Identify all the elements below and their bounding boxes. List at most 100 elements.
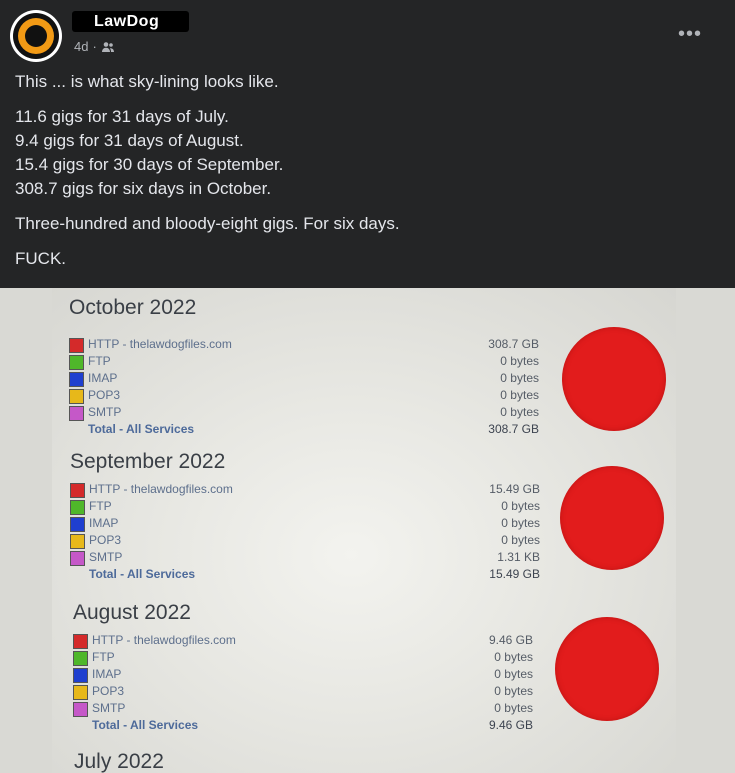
post-time[interactable]: 4d bbox=[74, 39, 88, 54]
month-title: September 2022 bbox=[70, 450, 226, 473]
service-row: SMTP 0 bytes bbox=[73, 700, 533, 717]
friends-icon[interactable] bbox=[101, 41, 115, 53]
month-title: October 2022 bbox=[69, 296, 197, 319]
total-value: 308.7 GB bbox=[488, 422, 539, 436]
service-row: SMTP 0 bytes bbox=[69, 404, 539, 421]
service-label: SMTP bbox=[89, 550, 123, 564]
service-value: 0 bytes bbox=[500, 405, 539, 419]
month-section: October 2022 HTTP - thelawdogfiles.com 3… bbox=[69, 296, 669, 446]
post-paragraph: Three-hundred and bloody-eight gigs. For… bbox=[15, 214, 400, 233]
author-name[interactable]: LawDog bbox=[94, 13, 159, 31]
service-label: POP3 bbox=[88, 388, 121, 402]
service-value: 0 bytes bbox=[494, 667, 533, 681]
month-section: September 2022 HTTP - thelawdogfiles.com… bbox=[70, 450, 670, 600]
pop3-swatch bbox=[69, 389, 84, 404]
service-row: HTTP - thelawdogfiles.com 15.49 GB bbox=[70, 481, 540, 498]
avatar[interactable] bbox=[10, 10, 62, 62]
smtp-swatch bbox=[70, 551, 85, 566]
imap-swatch bbox=[70, 517, 85, 532]
pop3-swatch bbox=[70, 534, 85, 549]
service-row: FTP 0 bytes bbox=[69, 353, 539, 370]
ftp-swatch bbox=[69, 355, 84, 370]
service-row: FTP 0 bytes bbox=[73, 649, 533, 666]
service-label: IMAP bbox=[88, 371, 118, 385]
total-value: 15.49 GB bbox=[489, 567, 540, 581]
total-row: Total - All Services 15.49 GB bbox=[70, 566, 540, 583]
total-row: Total - All Services 308.7 GB bbox=[69, 421, 539, 438]
service-value: 15.49 GB bbox=[489, 482, 540, 496]
author-name-box[interactable]: LawDog bbox=[72, 11, 190, 32]
post-paragraph: 15.4 gigs for 30 days of September. bbox=[15, 155, 284, 174]
total-label: Total - All Services bbox=[88, 422, 195, 436]
post-paragraph: 308.7 gigs for six days in October. bbox=[15, 179, 272, 198]
service-row: POP3 0 bytes bbox=[70, 532, 540, 549]
smtp-swatch bbox=[73, 702, 88, 717]
total-label: Total - All Services bbox=[92, 718, 199, 732]
service-value: 0 bytes bbox=[500, 371, 539, 385]
total-row: Total - All Services 9.46 GB bbox=[73, 717, 533, 734]
meta-separator: · bbox=[92, 39, 97, 54]
service-value: 0 bytes bbox=[500, 388, 539, 402]
http-swatch bbox=[70, 483, 85, 498]
service-value: 308.7 GB bbox=[488, 337, 539, 351]
service-label: POP3 bbox=[92, 684, 125, 698]
total-value: 9.46 GB bbox=[488, 718, 533, 732]
avatar-eye-icon bbox=[13, 13, 59, 59]
service-value: 9.46 GB bbox=[488, 633, 533, 647]
service-label: POP3 bbox=[89, 533, 122, 547]
post-photo[interactable]: October 2022 HTTP - thelawdogfiles.com 3… bbox=[52, 288, 676, 773]
service-label: FTP bbox=[92, 650, 115, 664]
service-row: POP3 0 bytes bbox=[73, 683, 533, 700]
ftp-swatch bbox=[73, 651, 88, 666]
post-paragraph: This ... is what sky-lining looks like. bbox=[15, 72, 279, 91]
smtp-swatch bbox=[69, 406, 84, 421]
ftp-swatch bbox=[70, 500, 85, 515]
total-label: Total - All Services bbox=[89, 567, 196, 581]
service-row: IMAP 0 bytes bbox=[73, 666, 533, 683]
post-paragraph: 11.6 gigs for 31 days of July. bbox=[15, 107, 229, 126]
month-title: July 2022 bbox=[74, 750, 164, 773]
service-row: IMAP 0 bytes bbox=[70, 515, 540, 532]
service-value: 0 bytes bbox=[500, 354, 539, 368]
usage-pie-chart bbox=[555, 617, 659, 721]
service-label: HTTP - thelawdogfiles.com bbox=[88, 337, 232, 351]
post-body: This ... is what sky-lining looks like. … bbox=[15, 70, 715, 282]
http-swatch bbox=[69, 338, 84, 353]
service-value: 0 bytes bbox=[501, 499, 540, 513]
more-options-icon[interactable]: ••• bbox=[678, 22, 702, 46]
month-section: August 2022 HTTP - thelawdogfiles.com 9.… bbox=[73, 601, 673, 751]
imap-swatch bbox=[69, 372, 84, 387]
usage-pie-chart bbox=[562, 327, 666, 431]
service-label: SMTP bbox=[88, 405, 122, 419]
service-label: SMTP bbox=[92, 701, 126, 715]
service-label: FTP bbox=[89, 499, 112, 513]
month-title: August 2022 bbox=[73, 601, 191, 624]
imap-swatch bbox=[73, 668, 88, 683]
post-photo-container[interactable]: October 2022 HTTP - thelawdogfiles.com 3… bbox=[0, 288, 735, 773]
service-value: 0 bytes bbox=[494, 650, 533, 664]
service-value: 0 bytes bbox=[494, 684, 533, 698]
service-value: 0 bytes bbox=[501, 533, 540, 547]
service-value: 1.31 KB bbox=[497, 550, 540, 564]
service-row: HTTP - thelawdogfiles.com 9.46 GB bbox=[73, 632, 533, 649]
post-header: LawDog 4d · ••• bbox=[0, 0, 735, 66]
usage-pie-chart bbox=[560, 466, 664, 570]
service-row: SMTP 1.31 KB bbox=[70, 549, 540, 566]
service-label: IMAP bbox=[92, 667, 122, 681]
service-row: FTP 0 bytes bbox=[70, 498, 540, 515]
service-row: POP3 0 bytes bbox=[69, 387, 539, 404]
post-paragraph: 9.4 gigs for 31 days of August. bbox=[15, 131, 244, 150]
service-label: HTTP - thelawdogfiles.com bbox=[89, 482, 233, 496]
service-label: IMAP bbox=[89, 516, 119, 530]
service-value: 0 bytes bbox=[494, 701, 533, 715]
post-meta: 4d · bbox=[74, 39, 115, 54]
http-swatch bbox=[73, 634, 88, 649]
post-paragraph: FUCK. bbox=[15, 249, 66, 268]
service-label: FTP bbox=[88, 354, 111, 368]
service-value: 0 bytes bbox=[501, 516, 540, 530]
service-row: IMAP 0 bytes bbox=[69, 370, 539, 387]
pop3-swatch bbox=[73, 685, 88, 700]
service-label: HTTP - thelawdogfiles.com bbox=[92, 633, 236, 647]
service-row: HTTP - thelawdogfiles.com 308.7 GB bbox=[69, 336, 539, 353]
month-section: July 2022 bbox=[74, 750, 674, 773]
